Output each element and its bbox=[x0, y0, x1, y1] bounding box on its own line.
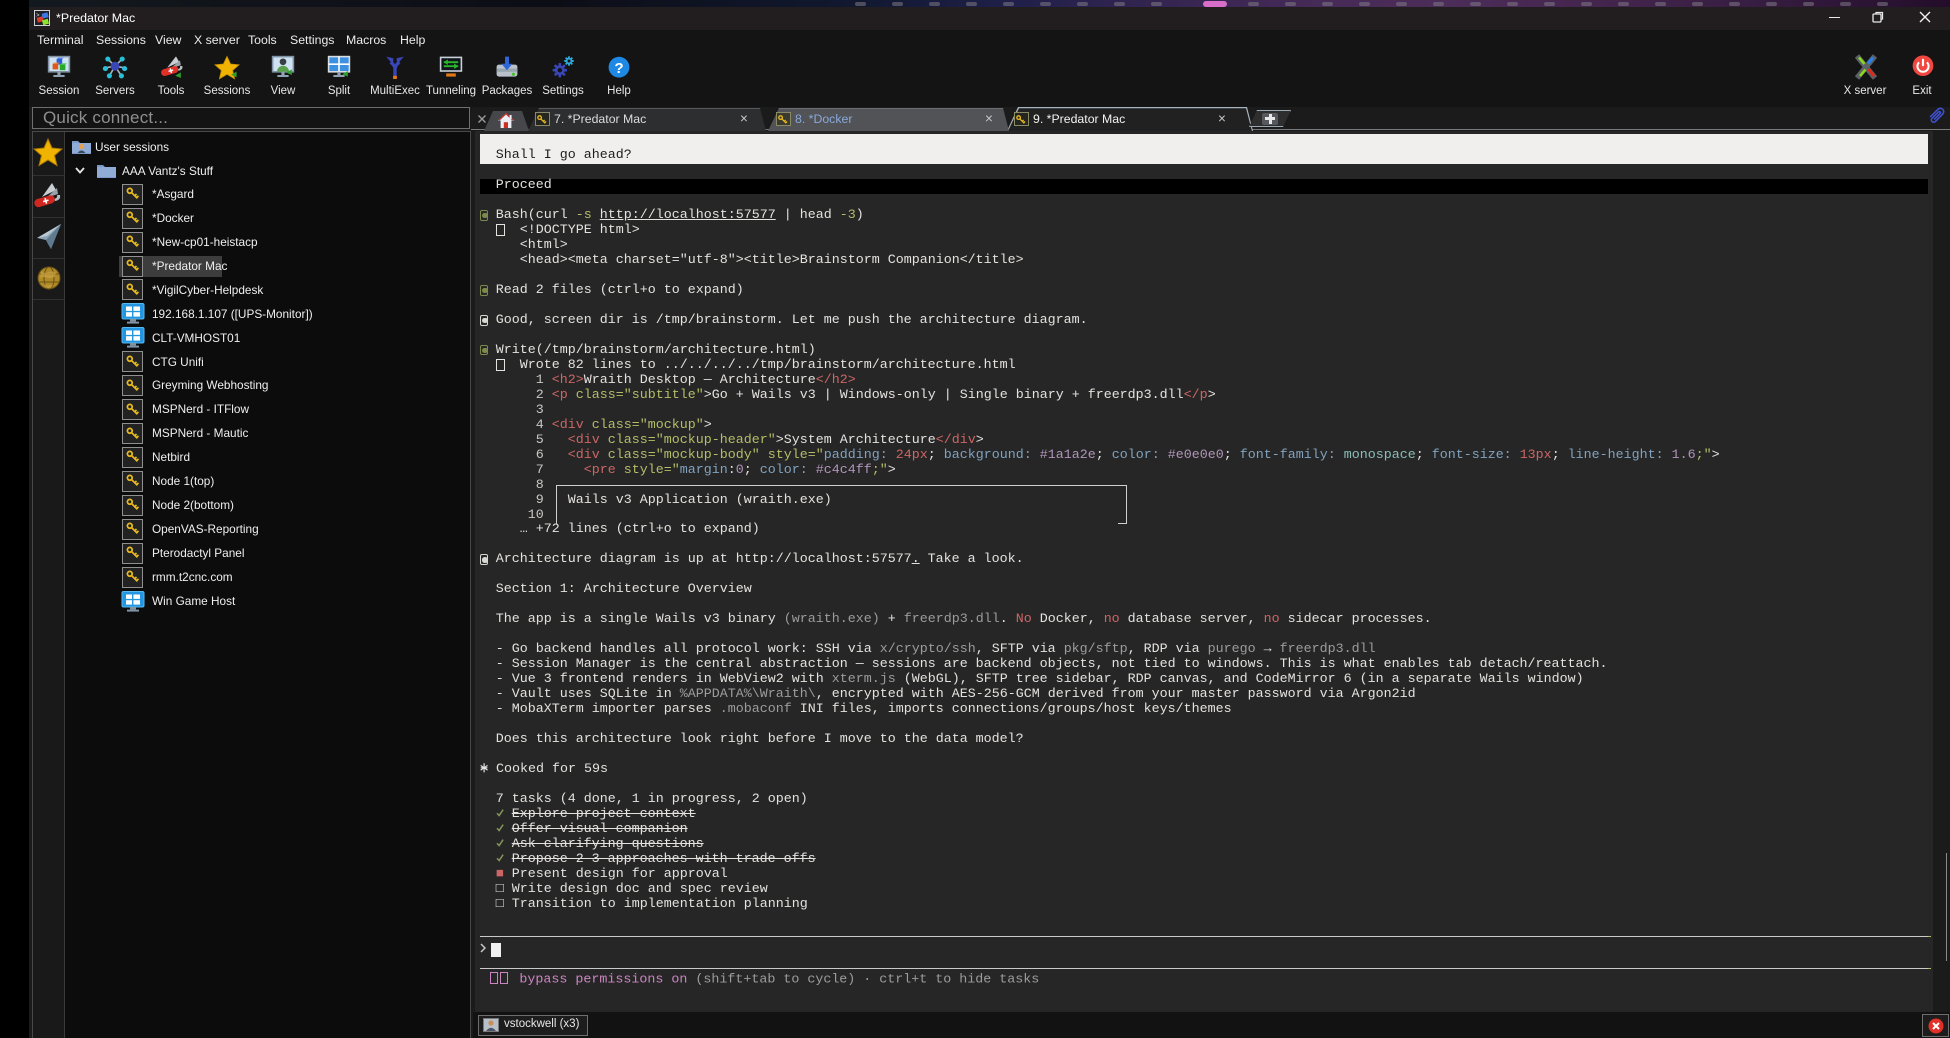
svg-text:?: ? bbox=[614, 60, 623, 77]
